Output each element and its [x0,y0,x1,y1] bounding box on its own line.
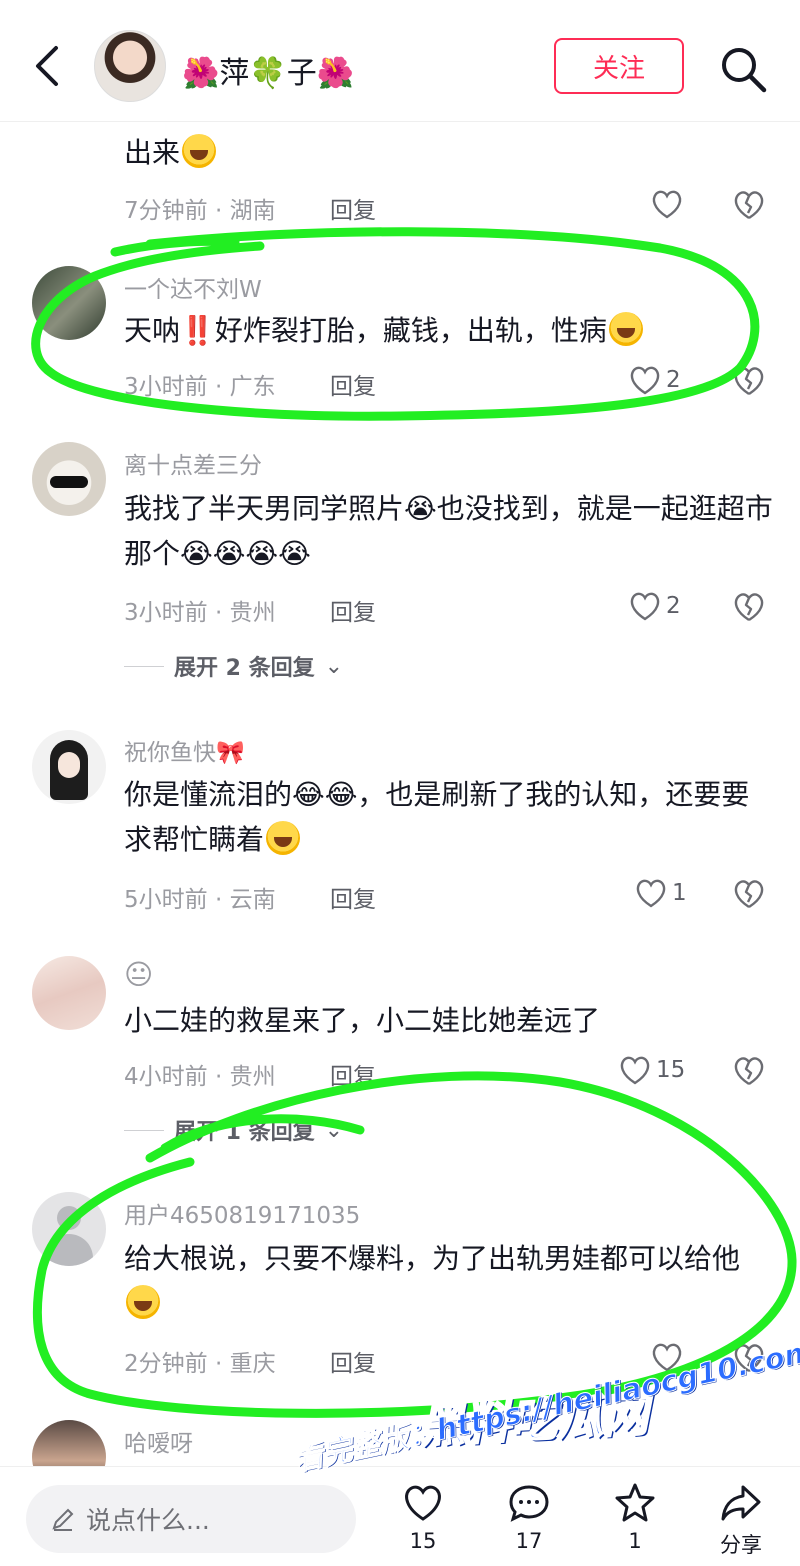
like-button[interactable]: 15 [618,1052,698,1088]
broken-heart-icon [734,880,764,909]
back-arrow-icon[interactable] [30,44,66,88]
like-count: 2 [666,367,681,393]
dislike-button[interactable] [732,590,766,624]
like-post-button[interactable]: 15 [388,1481,458,1561]
dislike-button[interactable] [732,364,766,398]
grinning-sweat-emoji-icon [608,312,643,346]
reply-button[interactable]: 回复 [330,880,376,914]
comment-time-location: 3小时前 · 贵州 [124,600,276,626]
reply-button[interactable]: 回复 [330,593,376,627]
top-bar: 🌺萍🍀子🌺 关注 [0,0,800,122]
bottom-action-bar: 说点什么... 15 17 1 分享 [0,1466,800,1566]
commenter-name[interactable]: 离十点差三分 [124,446,262,480]
commenter-name[interactable]: 哈嗳呀 [124,1424,193,1458]
commenter-name[interactable]: 用户4650819171035 [124,1196,360,1230]
comment-text: 小二娃的救星来了，小二娃比她差远了 [124,1004,601,1037]
share-label: 分享 [720,1533,762,1557]
heart-icon [630,592,660,621]
reply-button[interactable]: 回复 [330,1344,376,1378]
like-button[interactable] [650,186,712,222]
like-button[interactable]: 1 [634,875,696,911]
dislike-button[interactable] [732,1054,766,1088]
comment-bubble-icon [509,1485,549,1522]
chevron-down-icon: ⌄ [324,1117,344,1143]
author-avatar[interactable] [94,30,166,102]
author-name[interactable]: 🌺萍🍀子🌺 [182,48,354,92]
like-count: 1 [672,880,687,906]
broken-heart-icon [734,367,764,396]
share-button[interactable]: 分享 [706,1481,776,1561]
comment-time-location: 3小时前 · 广东 [124,374,276,400]
heart-icon [405,1485,441,1521]
broken-heart-icon [734,593,764,622]
reply-button[interactable]: 回复 [330,191,376,225]
commenter-avatar[interactable] [32,730,106,804]
laughing-crying-emoji-icon [182,134,217,168]
expand-replies-button[interactable]: 展开 2 条回复 ⌄ [124,650,343,682]
comment-input-placeholder: 说点什么... [86,1506,210,1535]
search-icon[interactable] [718,44,768,94]
reply-button[interactable]: 回复 [330,1057,376,1091]
pencil-icon [52,1508,74,1531]
comment-input[interactable]: 说点什么... [26,1485,356,1553]
reply-button[interactable]: 回复 [330,367,376,401]
commenter-name[interactable]: 一个达不刘W [124,270,262,304]
comments-button[interactable]: 17 [494,1481,564,1561]
comment-time-location: 7分钟前 · 湖南 [124,198,276,224]
broken-heart-icon [734,191,764,220]
commenter-avatar[interactable] [32,1192,106,1266]
like-count: 15 [409,1529,437,1553]
favorite-count: 1 [628,1529,642,1553]
laughing-crying-emoji-icon [266,821,301,855]
comment-time-location: 5小时前 · 云南 [124,887,276,913]
like-count: 15 [656,1057,686,1083]
laughing-crying-emoji-icon [126,1285,160,1319]
heart-icon [636,879,666,908]
commenter-name[interactable]: 祝你鱼快🎀 [124,733,245,767]
comment-time-location: 4小时前 · 贵州 [124,1064,276,1090]
star-icon [615,1483,655,1522]
chevron-down-icon: ⌄ [324,653,344,679]
comment-text: 出来 [124,130,774,175]
comment-text: 我找了半天男同学照片😭也没找到，就是一起逛超市那个😭😭😭😭 [124,492,773,570]
comment-count: 17 [515,1529,543,1553]
broken-heart-icon [734,1057,764,1086]
like-count: 2 [666,593,681,619]
comment-text: 给大根说，只要不爆料，为了出轨男娃都可以给他 [124,1236,774,1326]
commenter-avatar[interactable] [32,266,106,340]
like-button[interactable]: 2 [628,362,690,398]
heart-icon [620,1056,650,1085]
heart-icon [630,366,660,395]
like-button[interactable]: 2 [628,588,690,624]
commenter-avatar[interactable] [32,442,106,516]
share-arrow-icon [721,1485,761,1521]
commenter-name[interactable]: 😐 [124,958,153,991]
dislike-button[interactable] [732,877,766,911]
dislike-button[interactable] [732,188,766,222]
favorite-button[interactable]: 1 [600,1481,670,1561]
commenter-avatar[interactable] [32,956,106,1030]
heart-icon [652,190,682,219]
expand-replies-button[interactable]: 展开 1 条回复 ⌄ [124,1114,343,1146]
comment-time-location: 2分钟前 · 重庆 [124,1351,276,1377]
comment-text: 天呐‼️好炸裂打胎，藏钱，出轨，性病 [124,308,774,353]
follow-button[interactable]: 关注 [554,38,684,94]
comment-text: 你是懂流泪的😂😂，也是刷新了我的认知，还要要求帮忙瞒着 [124,778,750,856]
